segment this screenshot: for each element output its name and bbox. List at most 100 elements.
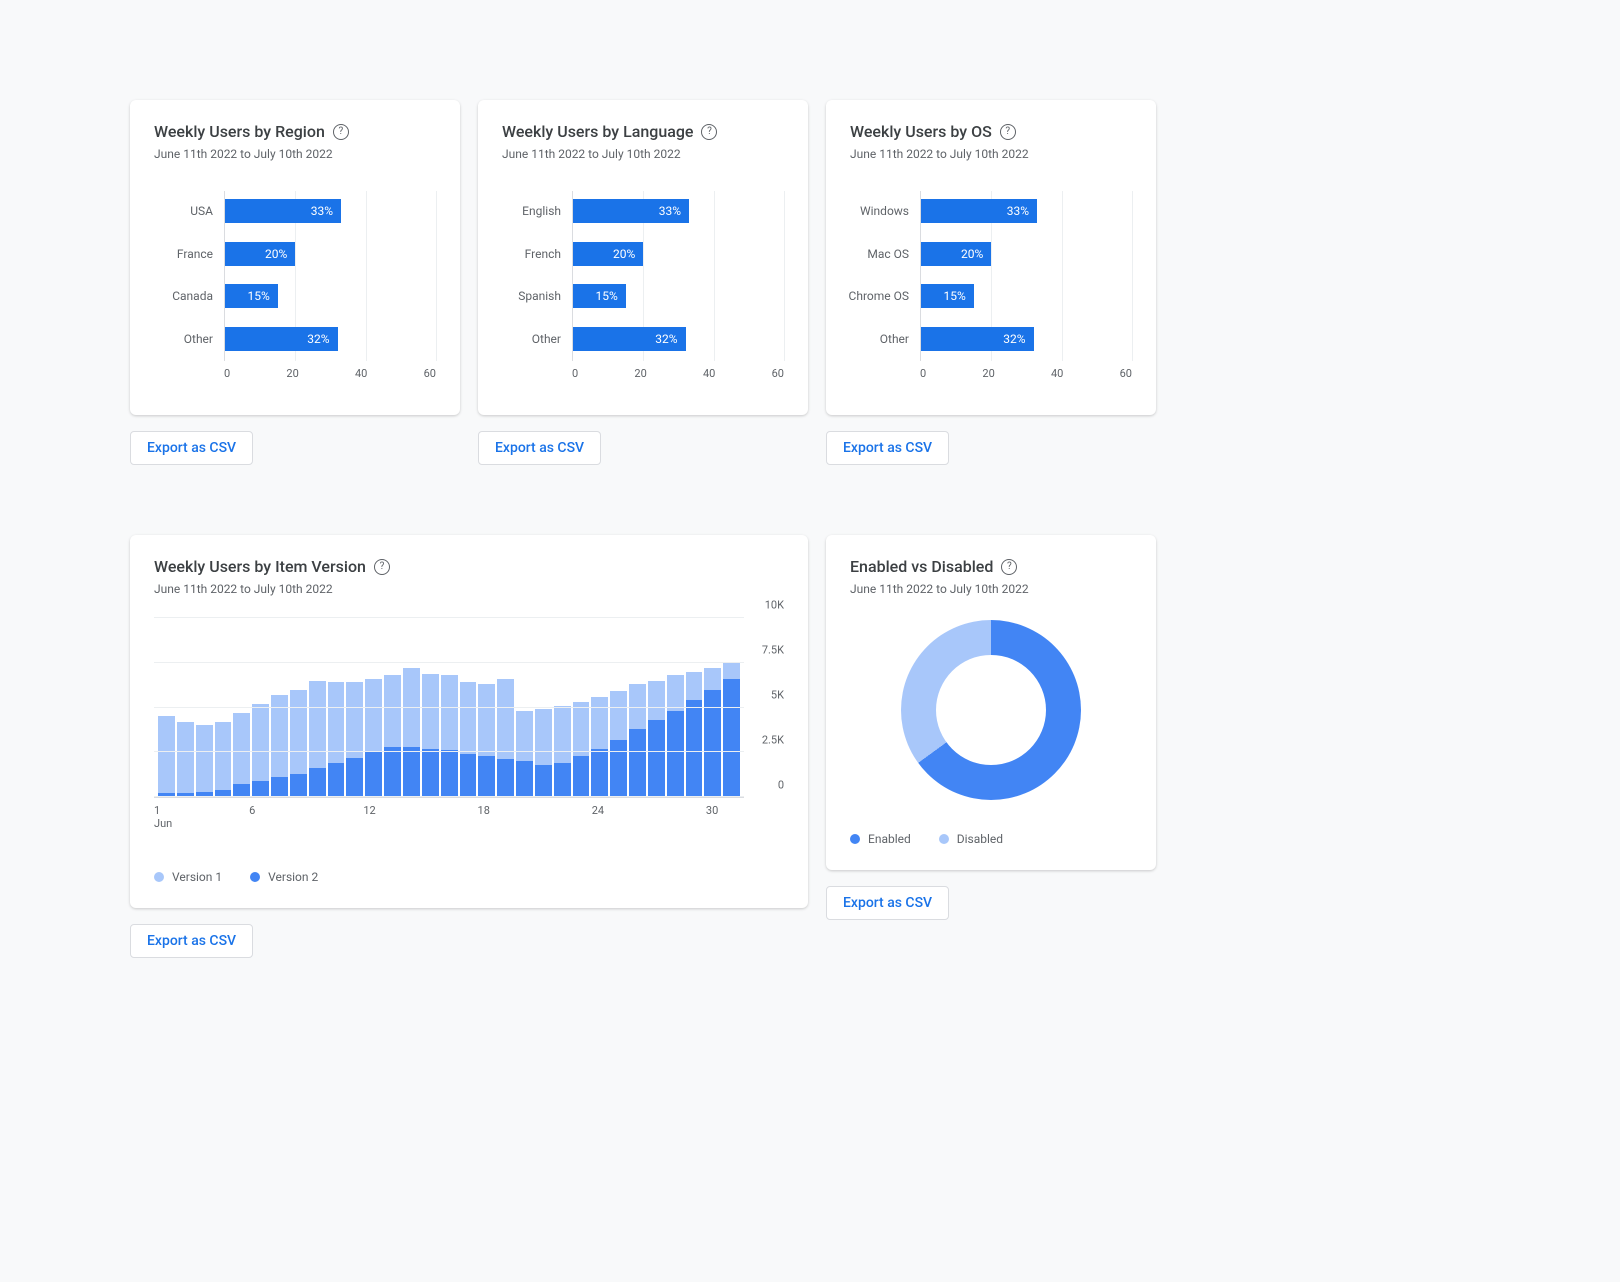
- bar-label: Other: [532, 332, 561, 346]
- enabled-subtitle: June 11th 2022 to July 10th 2022: [850, 582, 1132, 596]
- stacked-column: [441, 618, 458, 797]
- stacked-column: [328, 618, 345, 797]
- card-enabled: Enabled vs Disabled ? June 11th 2022 to …: [826, 535, 1156, 958]
- legend-label: Enabled: [868, 832, 911, 846]
- bar: 33%: [921, 199, 1037, 223]
- version-legend: Version 1 Version 2: [154, 870, 784, 884]
- language-subtitle: June 11th 2022 to July 10th 2022: [502, 147, 784, 161]
- region-title: Weekly Users by Region: [154, 122, 325, 141]
- export-enabled-button[interactable]: Export as CSV: [826, 886, 949, 920]
- bar: 20%: [225, 242, 295, 266]
- legend-label: Disabled: [957, 832, 1003, 846]
- stacked-column: [215, 618, 232, 797]
- stacked-column: [573, 618, 590, 797]
- os-title: Weekly Users by OS: [850, 122, 992, 141]
- bar-label: Spanish: [518, 289, 561, 303]
- help-icon[interactable]: ?: [1000, 124, 1016, 140]
- stacked-column: [610, 618, 627, 797]
- card-os: Weekly Users by OS ? June 11th 2022 to J…: [826, 100, 1156, 465]
- legend-label: Version 2: [268, 870, 318, 884]
- stacked-column: [629, 618, 646, 797]
- bar: 20%: [573, 242, 643, 266]
- stacked-column: [704, 618, 721, 797]
- stacked-column: [723, 618, 740, 797]
- bar-label: French: [525, 247, 561, 261]
- language-card-body: Weekly Users by Language ? June 11th 202…: [478, 100, 808, 415]
- bar-label: USA: [190, 204, 213, 218]
- legend-version2: Version 2: [250, 870, 318, 884]
- legend-version1: Version 1: [154, 870, 222, 884]
- version-chart: 02.5K5K7.5K10K: [154, 618, 784, 798]
- version-card-body: Weekly Users by Item Version ? June 11th…: [130, 535, 808, 908]
- stacked-column: [309, 618, 326, 797]
- region-subtitle: June 11th 2022 to July 10th 2022: [154, 147, 436, 161]
- bar: 20%: [921, 242, 991, 266]
- os-card-body: Weekly Users by OS ? June 11th 2022 to J…: [826, 100, 1156, 415]
- export-language-button[interactable]: Export as CSV: [478, 431, 601, 465]
- dot-icon: [939, 834, 949, 844]
- bar: 32%: [573, 327, 686, 351]
- stacked-column: [346, 618, 363, 797]
- help-icon[interactable]: ?: [333, 124, 349, 140]
- stacked-column: [252, 618, 269, 797]
- stacked-column: [516, 618, 533, 797]
- legend-disabled: Disabled: [939, 832, 1003, 846]
- bar: 15%: [921, 284, 974, 308]
- stacked-column: [686, 618, 703, 797]
- enabled-title: Enabled vs Disabled: [850, 557, 993, 576]
- stacked-column: [290, 618, 307, 797]
- stacked-column: [196, 618, 213, 797]
- stacked-column: [535, 618, 552, 797]
- os-chart: Windows33%Mac OS20%Chrome OS15%Other32%0…: [850, 191, 1132, 391]
- bar-label: Other: [880, 332, 909, 346]
- enabled-legend: Enabled Disabled: [850, 832, 1132, 846]
- enabled-chart: [850, 620, 1132, 800]
- stacked-column: [422, 618, 439, 797]
- help-icon[interactable]: ?: [374, 559, 390, 575]
- version-subtitle: June 11th 2022 to July 10th 2022: [154, 582, 784, 596]
- bar-label: Windows: [860, 204, 909, 218]
- language-title: Weekly Users by Language: [502, 122, 693, 141]
- export-region-button[interactable]: Export as CSV: [130, 431, 253, 465]
- legend-enabled: Enabled: [850, 832, 911, 846]
- stacked-column: [497, 618, 514, 797]
- card-region: Weekly Users by Region ? June 11th 2022 …: [130, 100, 460, 465]
- bar-label: Chrome OS: [849, 289, 909, 303]
- bar-label: France: [177, 247, 213, 261]
- bar: 15%: [573, 284, 626, 308]
- stacked-column: [591, 618, 608, 797]
- bar: 33%: [573, 199, 689, 223]
- stacked-column: [177, 618, 194, 797]
- dot-icon: [154, 872, 164, 882]
- stacked-column: [667, 618, 684, 797]
- region-chart: USA33%France20%Canada15%Other32%0204060: [154, 191, 436, 391]
- bar-label: Other: [184, 332, 213, 346]
- stacked-column: [365, 618, 382, 797]
- stacked-column: [158, 618, 175, 797]
- card-version: Weekly Users by Item Version ? June 11th…: [130, 535, 808, 958]
- bar: 32%: [225, 327, 338, 351]
- stacked-column: [384, 618, 401, 797]
- legend-label: Version 1: [172, 870, 222, 884]
- stacked-column: [233, 618, 250, 797]
- bar: 32%: [921, 327, 1034, 351]
- bar: 33%: [225, 199, 341, 223]
- bar: 15%: [225, 284, 278, 308]
- bar-label: English: [522, 204, 561, 218]
- region-card-body: Weekly Users by Region ? June 11th 2022 …: [130, 100, 460, 415]
- dot-icon: [250, 872, 260, 882]
- stacked-column: [460, 618, 477, 797]
- stacked-column: [403, 618, 420, 797]
- enabled-card-body: Enabled vs Disabled ? June 11th 2022 to …: [826, 535, 1156, 870]
- card-language: Weekly Users by Language ? June 11th 202…: [478, 100, 808, 465]
- stacked-column: [478, 618, 495, 797]
- language-chart: English33%French20%Spanish15%Other32%020…: [502, 191, 784, 391]
- stacked-column: [648, 618, 665, 797]
- export-version-button[interactable]: Export as CSV: [130, 924, 253, 958]
- help-icon[interactable]: ?: [1001, 559, 1017, 575]
- stacked-column: [554, 618, 571, 797]
- stacked-column: [271, 618, 288, 797]
- export-os-button[interactable]: Export as CSV: [826, 431, 949, 465]
- help-icon[interactable]: ?: [701, 124, 717, 140]
- dot-icon: [850, 834, 860, 844]
